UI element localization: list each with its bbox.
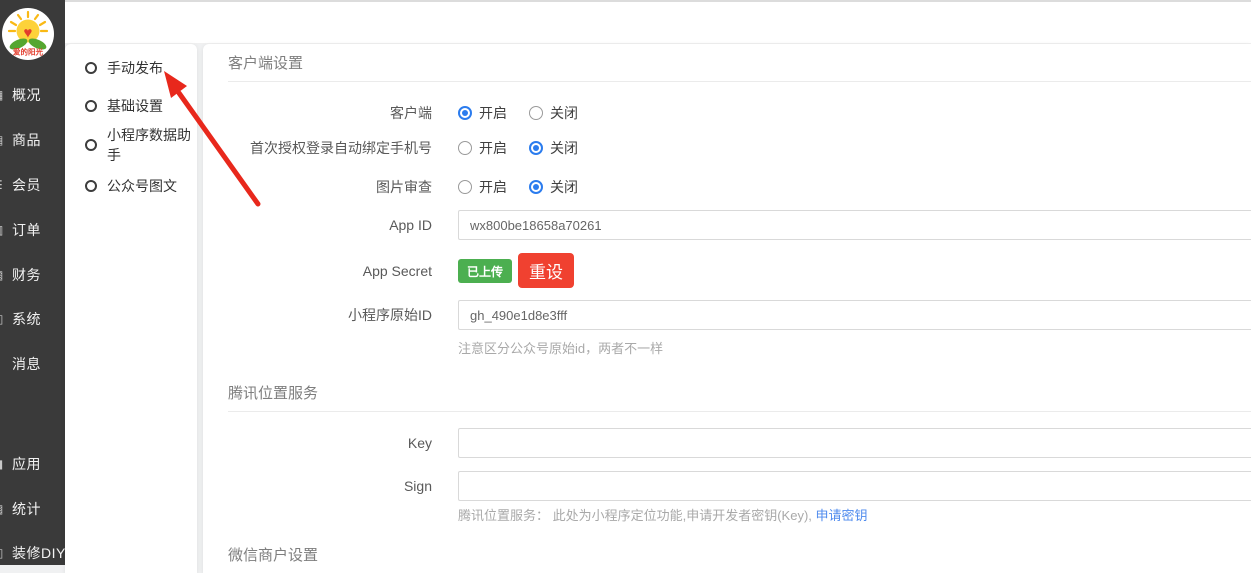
submenu-item-official-account-articles[interactable]: 公众号图文 [65, 174, 197, 198]
form-row-original-id: 小程序原始ID [203, 300, 1251, 330]
field-label: Key [203, 428, 432, 458]
primary-sidebar: ♥ 爱的阳光 ▦概况 ▤商品 ☷会员 ▥订单 ▧财务 ◫系统 ●消息 ◨应用 ▨… [0, 0, 65, 565]
radio-unselected-icon[interactable] [458, 141, 472, 155]
form-row-app-secret: App Secret 已上传 重设 [203, 253, 1251, 288]
orders-icon: ▥ [0, 223, 6, 237]
sidebar-item-overview[interactable]: ▦概况 [0, 84, 65, 106]
form-row-client: 客户端 开启 关闭 [203, 98, 1251, 128]
stats-icon: ▨ [0, 502, 6, 516]
field-label: 首次授权登录自动绑定手机号 [203, 133, 432, 163]
sidebar-item-stats[interactable]: ▨统计 [0, 498, 65, 520]
system-icon: ◫ [0, 312, 6, 326]
diy-icon: ◧ [0, 546, 6, 560]
app-id-input[interactable] [458, 210, 1251, 240]
circle-icon [85, 100, 97, 112]
admin-settings-page: ♥ 爱的阳光 ▦概况 ▤商品 ☷会员 ▥订单 ▧财务 ◫系统 ●消息 ◨应用 ▨… [0, 0, 1251, 573]
messages-icon: ● [0, 357, 6, 371]
form-row-app-id: App ID [203, 210, 1251, 240]
sidebar-item-diy[interactable]: ◧装修DIY [0, 542, 65, 564]
section-title-wechat-merchant: 微信商户设置 [228, 536, 1251, 573]
radio-option-on[interactable]: 开启 [458, 103, 507, 123]
apply-key-link[interactable]: 申请密钥 [816, 508, 868, 523]
settings-submenu: 手动发布 基础设置 小程序数据助手 公众号图文 [65, 44, 197, 573]
sunshine-heart-logo[interactable]: ♥ 爱的阳光 [2, 8, 54, 60]
overview-icon: ▦ [0, 88, 6, 102]
apps-icon: ◨ [0, 457, 6, 471]
sidebar-item-orders[interactable]: ▥订单 [0, 219, 65, 241]
field-label: Sign [203, 471, 432, 501]
radio-selected-icon[interactable] [529, 141, 543, 155]
topbar [65, 2, 1251, 44]
sidebar-item-finance[interactable]: ▧财务 [0, 264, 65, 286]
sidebar-item-goods[interactable]: ▤商品 [0, 129, 65, 151]
submenu-item-miniprogram-data-assistant[interactable]: 小程序数据助手 [65, 133, 197, 157]
settings-main-panel: 客户端设置 客户端 开启 关闭 首次授权登录自动绑定手机号 开启 关闭 图片审查… [203, 44, 1251, 573]
section-title-tencent-location: 腾讯位置服务 [228, 374, 1251, 412]
radio-option-on[interactable]: 开启 [458, 138, 507, 158]
key-input[interactable] [458, 428, 1251, 458]
finance-icon: ▧ [0, 268, 6, 282]
field-label: 小程序原始ID [203, 300, 432, 330]
field-label: 图片审查 [203, 172, 432, 202]
sidebar-item-system[interactable]: ◫系统 [0, 308, 65, 330]
field-label: App Secret [203, 253, 432, 288]
original-id-input[interactable] [458, 300, 1251, 330]
circle-icon [85, 180, 97, 192]
sidebar-item-apps[interactable]: ◨应用 [0, 453, 65, 475]
submenu-item-basic-settings[interactable]: 基础设置 [65, 94, 197, 118]
radio-option-on[interactable]: 开启 [458, 177, 507, 197]
radio-selected-icon[interactable] [458, 106, 472, 120]
circle-icon [85, 139, 97, 151]
radio-unselected-icon[interactable] [529, 106, 543, 120]
form-row-sign: Sign [203, 471, 1251, 501]
form-row-key: Key [203, 428, 1251, 458]
logo-text: 爱的阳光 [13, 47, 43, 57]
section-title-client-settings: 客户端设置 [228, 44, 1251, 82]
member-icon: ☷ [0, 178, 6, 192]
original-id-hint: 注意区分公众号原始id，两者不一样 [458, 338, 663, 357]
location-service-hint: 腾讯位置服务： 此处为小程序定位功能,申请开发者密钥(Key), 申请密钥 [458, 505, 868, 524]
radio-option-off[interactable]: 关闭 [529, 103, 578, 123]
sidebar-item-messages[interactable]: ●消息 [0, 353, 65, 375]
form-row-image-review: 图片审查 开启 关闭 [203, 172, 1251, 202]
uploaded-badge[interactable]: 已上传 [458, 259, 512, 283]
submenu-item-manual-publish[interactable]: 手动发布 [65, 56, 197, 80]
field-label: App ID [203, 210, 432, 240]
reset-button[interactable]: 重设 [518, 253, 574, 288]
radio-selected-icon[interactable] [529, 180, 543, 194]
sidebar-item-member[interactable]: ☷会员 [0, 174, 65, 196]
field-label: 客户端 [203, 98, 432, 128]
sign-input[interactable] [458, 471, 1251, 501]
goods-icon: ▤ [0, 133, 6, 147]
radio-option-off[interactable]: 关闭 [529, 177, 578, 197]
circle-icon [85, 62, 97, 74]
radio-unselected-icon[interactable] [458, 180, 472, 194]
radio-option-off[interactable]: 关闭 [529, 138, 578, 158]
form-row-auto-bind-phone: 首次授权登录自动绑定手机号 开启 关闭 [203, 133, 1251, 163]
